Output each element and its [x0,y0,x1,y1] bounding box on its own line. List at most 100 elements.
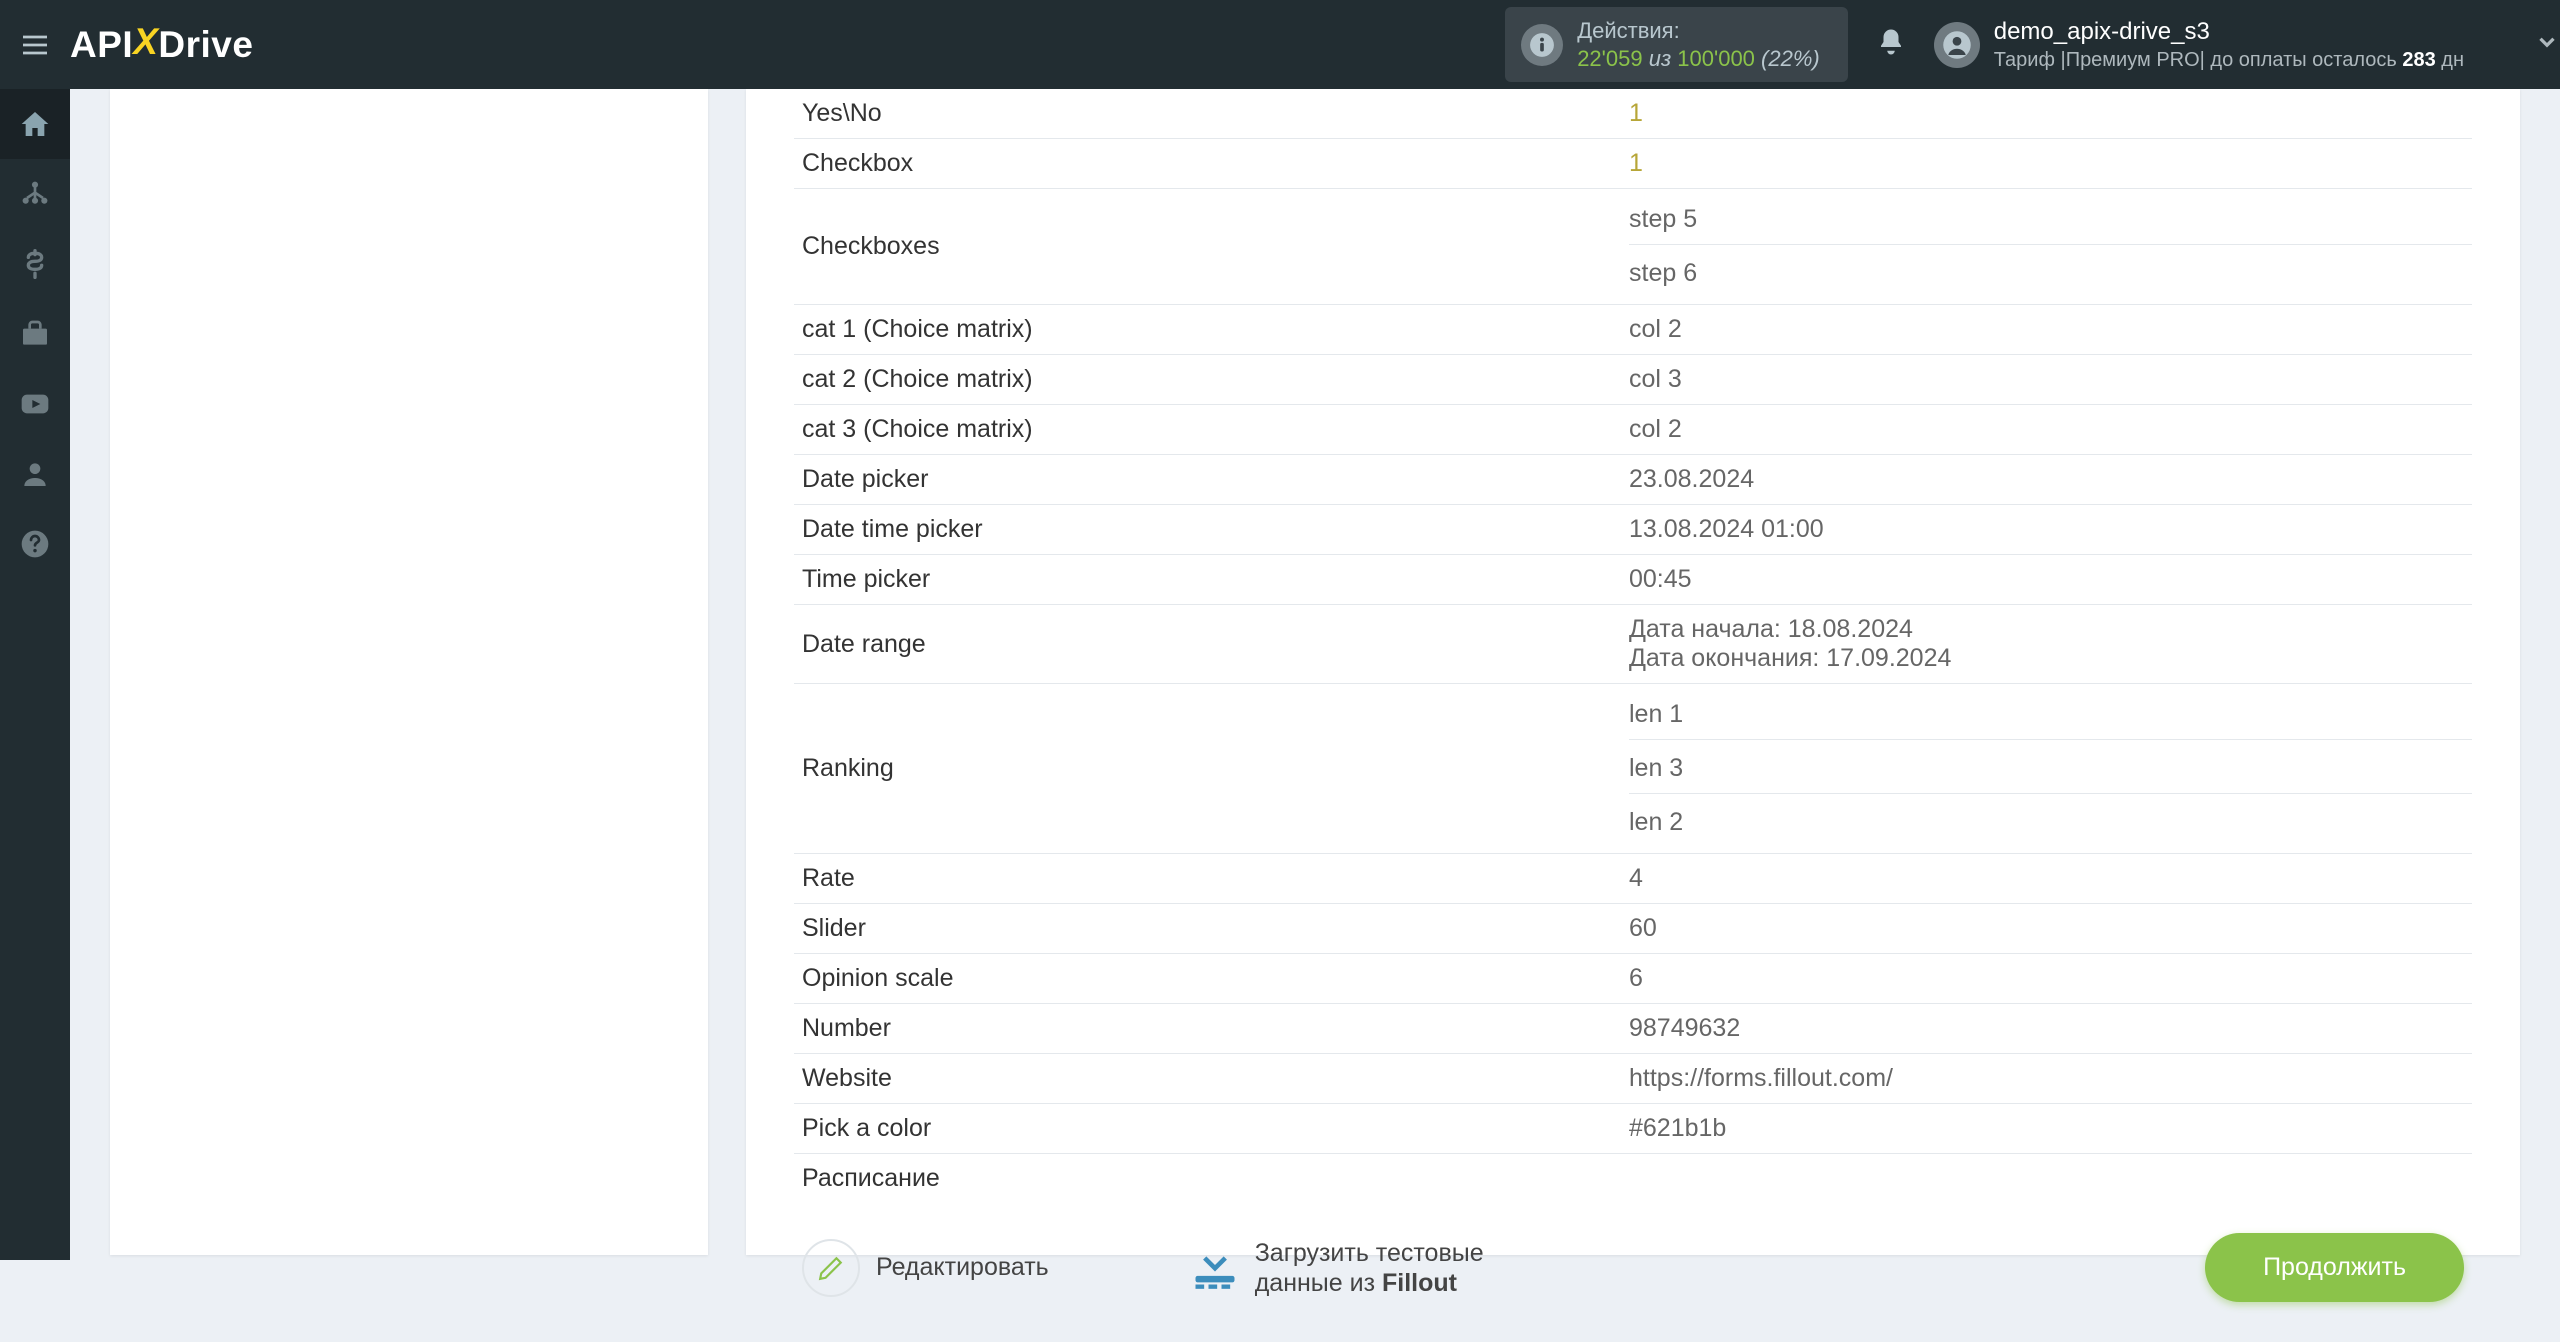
continue-button[interactable]: Продолжить [2205,1233,2464,1302]
sidebar [0,89,70,1260]
row-key: Time picker [794,555,1629,605]
row-value: #621b1b [1629,1104,2472,1154]
edit-button[interactable]: Редактировать [802,1239,1049,1297]
edit-label: Редактировать [876,1253,1049,1282]
table-row: Yes\No1 [794,89,2472,139]
table-row: Checkboxesstep 5step 6 [794,189,2472,305]
tariff-unit: дн [2436,49,2464,71]
load-label: Загрузить тестовые данные из Fillout [1255,1238,1484,1298]
load-line2b: Fillout [1382,1269,1457,1297]
row-key: Number [794,1004,1629,1054]
row-value: 60 [1629,904,2472,954]
data-table: Yes\No1Checkbox1Checkboxesstep 5step 6ca… [794,89,2472,1203]
row-value: 4 [1629,854,2472,904]
user-menu[interactable]: demo_apix-drive_s3 Тариф |Премиум PRO| д… [1934,16,2464,73]
row-value: 13.08.2024 01:00 [1629,505,2472,555]
row-value: Дата начала: 18.08.2024 Дата окончания: … [1629,605,2472,684]
row-value: 00:45 [1629,555,2472,605]
load-line2a: данные из [1255,1269,1382,1297]
tariff-suffix: | до оплаты осталось [2200,49,2403,71]
load-test-data-button[interactable]: Загрузить тестовые данные из Fillout [1189,1238,1484,1298]
logo-x: X [133,21,158,63]
table-row: Rankinglen 1len 3len 2 [794,684,2472,854]
info-icon [1521,24,1563,66]
row-key: Yes\No [794,89,1629,139]
table-row: Rate4 [794,854,2472,904]
table-row: Opinion scale6 [794,954,2472,1004]
sidebar-briefcase[interactable] [0,299,70,369]
row-key: cat 3 (Choice matrix) [794,405,1629,455]
load-line1: Загрузить тестовые [1255,1238,1484,1268]
row-value: 1 [1629,89,2472,139]
logo-text-a: API [70,24,133,66]
row-key: cat 2 (Choice matrix) [794,355,1629,405]
row-key: Date time picker [794,505,1629,555]
user-name: demo_apix-drive_s3 [1994,16,2464,47]
actions-of: из [1649,46,1671,71]
row-key: Opinion scale [794,954,1629,1004]
notifications-button[interactable] [1876,27,1906,62]
row-value: col 2 [1629,405,2472,455]
logo-text-b: Drive [158,24,253,66]
row-value: col 3 [1629,355,2472,405]
logo[interactable]: APIXDrive [70,24,253,66]
user-text: demo_apix-drive_s3 Тариф |Премиум PRO| д… [1994,16,2464,73]
sidebar-account[interactable] [0,439,70,509]
row-key: Checkboxes [794,189,1629,305]
row-key: Pick a color [794,1104,1629,1154]
table-row: cat 1 (Choice matrix)col 2 [794,305,2472,355]
row-value: 98749632 [1629,1004,2472,1054]
row-key: Checkbox [794,139,1629,189]
table-row: Date rangeДата начала: 18.08.2024 Дата о… [794,605,2472,684]
actions-label: Действия: [1577,17,1820,45]
actions-text: Действия: 22'059 из 100'000 (22%) [1577,17,1820,72]
sidebar-billing[interactable] [0,229,70,299]
sidebar-help[interactable] [0,509,70,579]
row-value: 1 [1629,139,2472,189]
row-key: Date picker [794,455,1629,505]
row-key: Ranking [794,684,1629,854]
row-value [1629,1154,2472,1204]
left-panel [110,89,708,1255]
row-key: Date range [794,605,1629,684]
actions-pct: (22%) [1761,46,1820,71]
actions-total: 100'000 [1677,46,1755,71]
actions-used: 22'059 [1577,46,1642,71]
table-row: Pick a color#621b1b [794,1104,2472,1154]
panel-footer: Редактировать Загрузить тестовые данные … [794,1211,2472,1342]
row-value: step 5step 6 [1629,189,2472,305]
table-row: Расписание [794,1154,2472,1204]
actions-counter[interactable]: Действия: 22'059 из 100'000 (22%) [1505,7,1848,82]
tariff-name: Премиум PRO [2066,49,2200,71]
right-panel: Yes\No1Checkbox1Checkboxesstep 5step 6ca… [746,89,2520,1255]
table-row: Websitehttps://forms.fillout.com/ [794,1054,2472,1104]
top-header: APIXDrive Действия: 22'059 из 100'000 (2… [0,0,2560,89]
sidebar-home[interactable] [0,89,70,159]
main-area: Yes\No1Checkbox1Checkboxesstep 5step 6ca… [70,89,2560,1260]
row-value: 6 [1629,954,2472,1004]
row-value: len 1len 3len 2 [1629,684,2472,854]
row-key: Расписание [794,1154,1629,1204]
sidebar-integrations[interactable] [0,159,70,229]
table-row: Number98749632 [794,1004,2472,1054]
tariff-days: 283 [2402,49,2435,71]
table-row: Checkbox1 [794,139,2472,189]
row-value: col 2 [1629,305,2472,355]
chevron-down-icon[interactable] [2534,29,2560,60]
table-row: cat 2 (Choice matrix)col 3 [794,355,2472,405]
avatar-icon [1934,22,1980,68]
sidebar-youtube[interactable] [0,369,70,439]
row-value: https://forms.fillout.com/ [1629,1054,2472,1104]
row-key: Rate [794,854,1629,904]
pencil-icon [802,1239,860,1297]
table-row: cat 3 (Choice matrix)col 2 [794,405,2472,455]
table-row: Date picker23.08.2024 [794,455,2472,505]
table-row: Slider60 [794,904,2472,954]
row-key: Website [794,1054,1629,1104]
tariff-prefix: Тариф | [1994,49,2066,71]
menu-toggle[interactable] [0,29,70,61]
table-row: Time picker00:45 [794,555,2472,605]
row-key: cat 1 (Choice matrix) [794,305,1629,355]
row-value: 23.08.2024 [1629,455,2472,505]
download-icon [1189,1239,1241,1296]
